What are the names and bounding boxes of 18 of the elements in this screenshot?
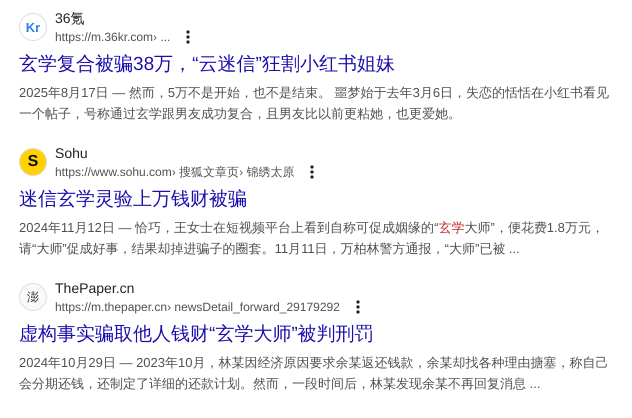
result-snippet: 2024年11月12日 — 恰巧，王女士在短视频平台上看到自称可促成姻缘的“玄学大师”，便花费1.8万元，请“大师”促成好事，结果却掉进骗子的圈套。11月11日，万柏林警方通报，“大师”已被 ... xyxy=(19,219,605,258)
result-url[interactable]: https://m.36kr.com› ... xyxy=(55,28,170,46)
site-name: 36氪 xyxy=(55,9,86,28)
site-favicon-icon: 澎 xyxy=(19,283,47,311)
more-options-icon[interactable] xyxy=(356,300,360,314)
result-title-link[interactable]: 迷信玄学灵验上万钱财被骗 xyxy=(19,187,247,212)
more-options-icon[interactable] xyxy=(310,165,314,179)
result-snippet: 2024年10月29日 — 2023年10月，林某因经济原因要求余某返还钱款，余某却找各种理由搪塞，称自己会分期还钱，还制定了详细的还款计划。然而，一段时间后，林某发现余某不再回复消息 ... xyxy=(19,354,610,393)
site-favicon-icon: S xyxy=(19,148,47,176)
site-name: ThePaper.cn xyxy=(55,279,136,298)
site-favicon-icon: Kr xyxy=(19,13,47,41)
result-snippet: 2025年8月17日 — 然而，5万不是开始，也不是结束。 噩梦始于去年3月6日，失恋的恬恬在小红书看见一个帖子，号称通过玄学跟男友成功复合，且男友比以前更粘她，也更爱她。 xyxy=(19,84,610,123)
result-title-link[interactable]: 玄学复合被骗38万，“云迷信”狂割小红书姐妹 xyxy=(19,52,395,77)
more-options-icon[interactable] xyxy=(186,30,190,44)
result-url[interactable]: https://www.sohu.com› 搜狐文章页› 锦绣太原 xyxy=(55,163,294,181)
result-url[interactable]: https://m.thepaper.cn› newsDetail_forward_29179292 xyxy=(55,298,340,316)
site-name: Sohu xyxy=(55,144,89,163)
result-title-link[interactable]: 虚构事实骗取他人钱财“玄学大师”被判刑罚 xyxy=(19,322,374,347)
